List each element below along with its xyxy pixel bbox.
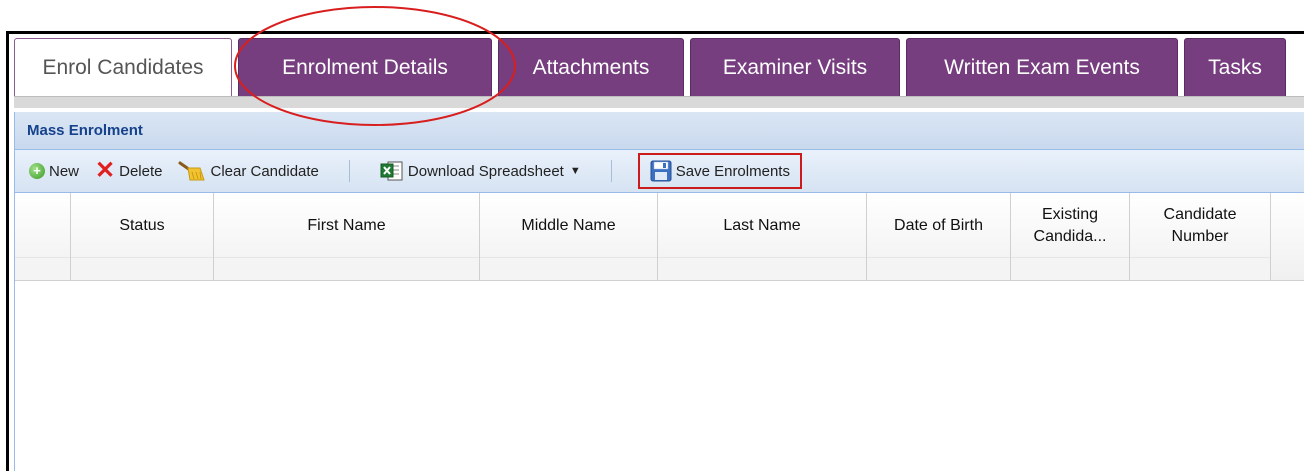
column-header-status[interactable]: Status xyxy=(71,193,214,280)
save-enrolments-label: Save Enrolments xyxy=(675,162,790,180)
tab-examiner-visits[interactable]: Examiner Visits xyxy=(690,38,900,96)
panel-title: Mass Enrolment xyxy=(15,112,1304,150)
column-header-date-of-birth[interactable]: Date of Birth xyxy=(867,193,1011,280)
download-spreadsheet-button[interactable]: Download Spreadsheet ▼ xyxy=(376,156,585,186)
grid-body xyxy=(15,281,1304,471)
tab-tasks[interactable]: Tasks xyxy=(1184,38,1286,96)
delete-x-icon: ✕ xyxy=(95,157,116,184)
delete-button[interactable]: ✕ Delete xyxy=(91,156,166,186)
floppy-disk-icon xyxy=(650,160,672,182)
tab-enrolment-details[interactable]: Enrolment Details xyxy=(238,38,492,96)
excel-icon xyxy=(380,161,403,181)
column-header-candidate-number[interactable]: Candidate Number xyxy=(1130,193,1271,280)
dropdown-caret-icon: ▼ xyxy=(569,165,581,177)
save-enrolments-button[interactable]: Save Enrolments xyxy=(646,156,794,186)
delete-button-label: Delete xyxy=(119,162,163,180)
clear-candidate-label: Clear Candidate xyxy=(210,162,319,180)
toolbar-separator xyxy=(610,160,612,182)
column-header-first-name[interactable]: First Name xyxy=(214,193,480,280)
new-button-label: New xyxy=(49,162,80,180)
broom-icon xyxy=(178,161,206,181)
save-enrolments-highlight: Save Enrolments xyxy=(637,153,802,189)
column-header-select[interactable] xyxy=(15,193,71,280)
download-spreadsheet-label: Download Spreadsheet xyxy=(407,162,564,180)
toolbar-separator xyxy=(348,160,350,182)
toolbar: + New ✕ Delete Clear Candidate Download … xyxy=(15,150,1304,193)
grid-header: Status First Name Middle Name Last Name … xyxy=(15,193,1304,281)
tab-written-exam-events[interactable]: Written Exam Events xyxy=(906,38,1178,96)
tab-strip-divider xyxy=(14,96,1304,108)
add-icon: + xyxy=(29,163,45,179)
tab-enrol-candidates[interactable]: Enrol Candidates xyxy=(14,38,232,96)
clear-candidate-button[interactable]: Clear Candidate xyxy=(174,156,322,186)
column-header-last-name[interactable]: Last Name xyxy=(658,193,867,280)
mass-enrolment-panel: Mass Enrolment + New ✕ Delete Clear Cand… xyxy=(14,112,1304,471)
column-header-middle-name[interactable]: Middle Name xyxy=(480,193,658,280)
tab-attachments[interactable]: Attachments xyxy=(498,38,684,96)
tab-bar: Enrol Candidates Enrolment Details Attac… xyxy=(14,38,1304,96)
column-header-existing-candidate[interactable]: Existing Candida... xyxy=(1011,193,1130,280)
new-button[interactable]: + New xyxy=(25,156,83,186)
